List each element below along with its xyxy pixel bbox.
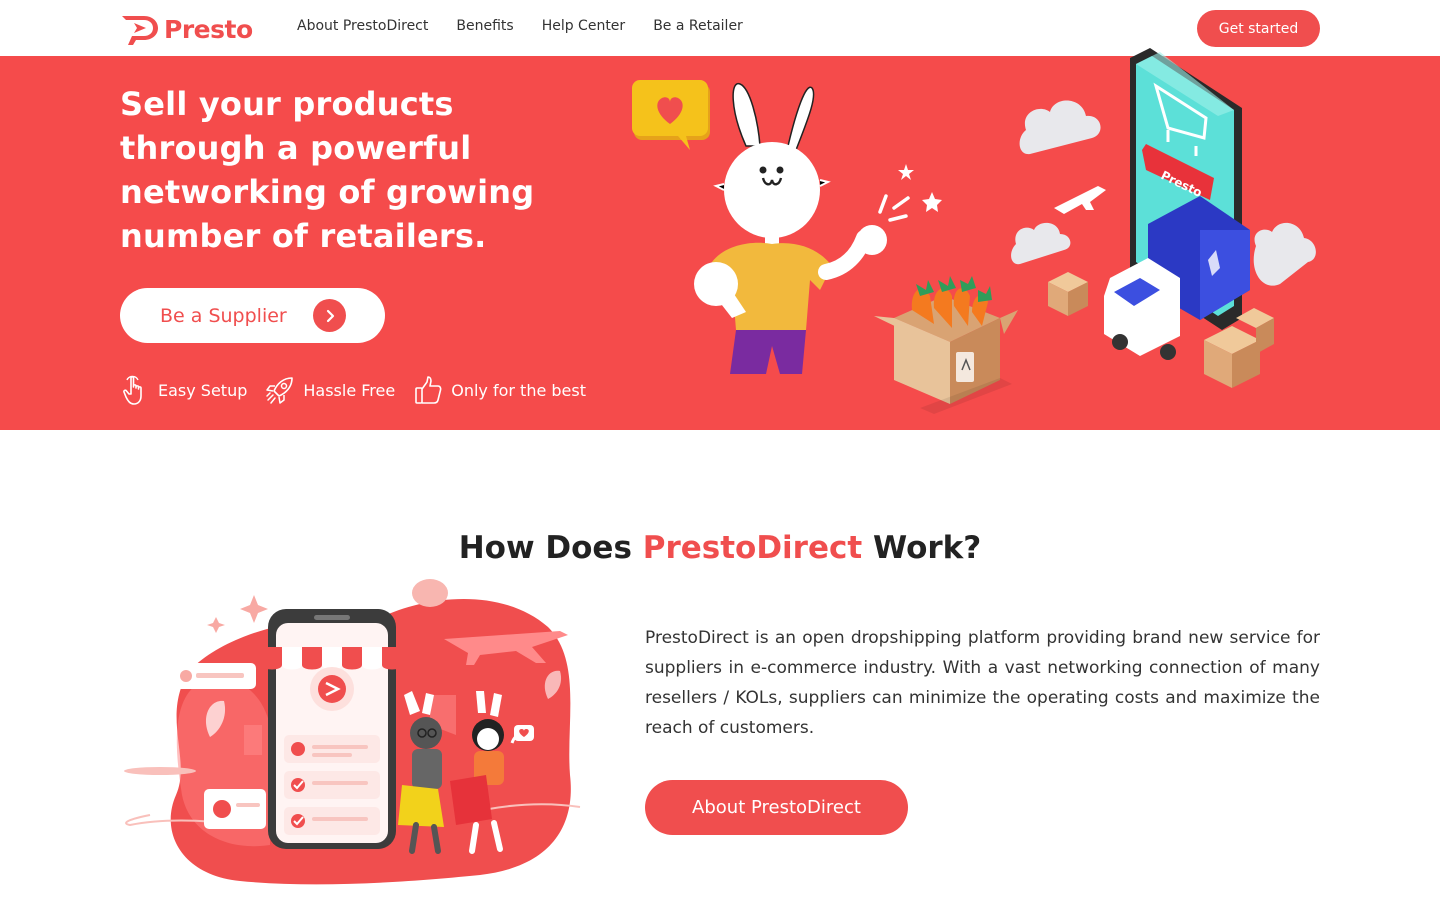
- nav-link-benefits[interactable]: Benefits: [456, 18, 513, 34]
- how-title-accent: PrestoDirect: [642, 530, 863, 566]
- how-it-works-title: How Does PrestoDirect Work?: [0, 530, 1440, 566]
- feature-label: Only for the best: [451, 380, 586, 400]
- airplane-icon: [1054, 186, 1106, 214]
- brand-name: Presto: [164, 14, 253, 44]
- feature-only-for-the-best: Only for the best: [413, 374, 586, 406]
- be-a-supplier-button[interactable]: Be a Supplier: [120, 288, 385, 343]
- how-title-post: Work?: [862, 530, 982, 566]
- feature-label: Easy Setup: [158, 380, 248, 400]
- shopping-illustration: [124, 579, 581, 885]
- hero-features: Easy Setup Hassle Free Only for the best: [120, 374, 604, 406]
- nav-link-help-center[interactable]: Help Center: [542, 18, 626, 34]
- about-prestodirect-button[interactable]: About PrestoDirect: [645, 780, 908, 835]
- phone-icon: [262, 609, 402, 849]
- be-a-supplier-label: Be a Supplier: [160, 304, 287, 327]
- how-title-pre: How Does: [458, 530, 643, 566]
- feature-hassle-free: Hassle Free: [265, 374, 395, 406]
- how-it-works-description: PrestoDirect is an open dropshipping pla…: [645, 628, 1320, 738]
- presto-logo[interactable]: Presto: [120, 12, 253, 46]
- presto-logo-icon: [122, 16, 158, 45]
- hand-pointer-icon: [123, 375, 142, 405]
- carrot-box-icon: [874, 276, 1018, 414]
- thumbs-up-icon: [415, 376, 442, 404]
- feature-label: Hassle Free: [303, 380, 396, 400]
- hero-title: Sell your products through a powerful ne…: [120, 85, 535, 255]
- heart-bubble-icon: [632, 80, 710, 150]
- rocket-icon: [266, 377, 294, 404]
- sparkle-icon: [240, 595, 268, 623]
- chevron-right-icon: [313, 299, 346, 332]
- feature-easy-setup: Easy Setup: [120, 374, 247, 406]
- nav-link-about[interactable]: About PrestoDirect: [297, 18, 428, 34]
- hero-illustration: Presto: [632, 48, 1316, 414]
